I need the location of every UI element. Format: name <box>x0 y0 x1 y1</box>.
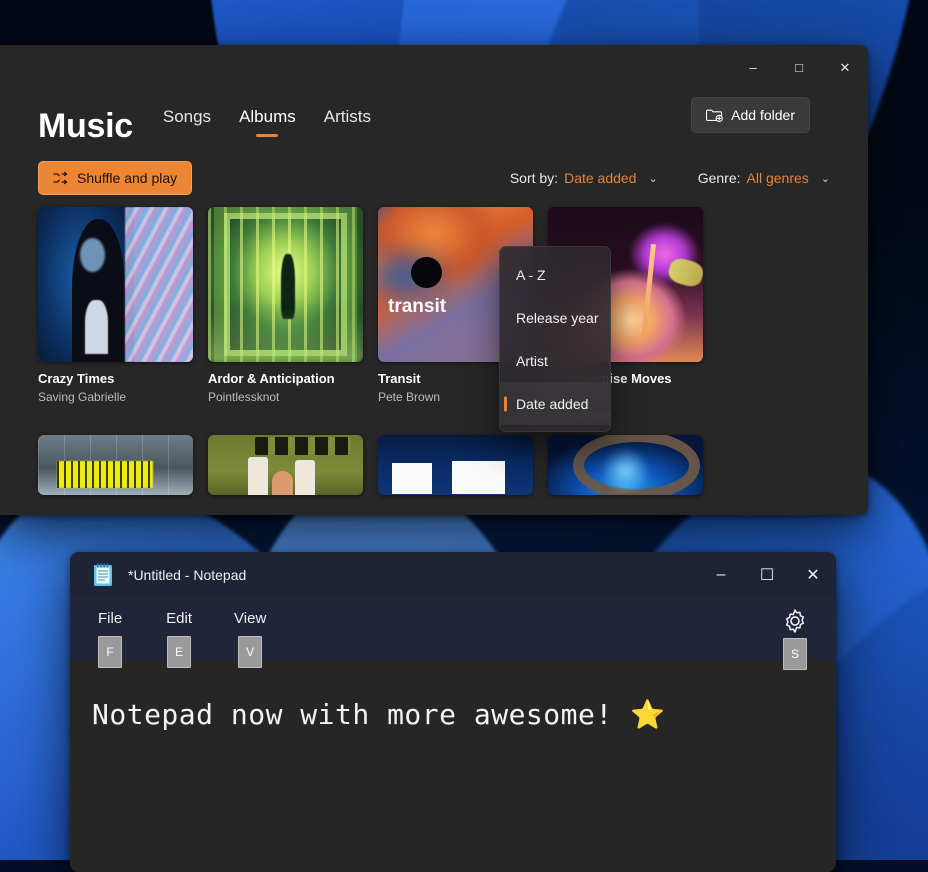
settings-button[interactable]: S <box>782 608 808 670</box>
minimize-button[interactable]: – <box>730 45 776 89</box>
menu-file[interactable]: File F <box>98 610 123 668</box>
album-artwork <box>208 207 363 362</box>
album-card[interactable] <box>38 434 208 495</box>
tab-songs[interactable]: Songs <box>163 107 211 137</box>
add-folder-icon <box>706 109 724 123</box>
minimize-icon: – <box>749 59 757 75</box>
sort-option-artist[interactable]: Artist <box>500 339 610 382</box>
keytip-edit: E <box>167 636 192 668</box>
shuffle-label: Shuffle and play <box>77 170 178 186</box>
menu-edit-label: Edit <box>166 610 193 627</box>
close-button[interactable]: ✕ <box>822 45 868 89</box>
sort-option-release-year[interactable]: Release year <box>500 296 610 339</box>
album-artwork <box>38 207 193 362</box>
notepad-icon <box>92 563 114 587</box>
menu-view[interactable]: View V <box>234 610 267 668</box>
music-toolbar: Shuffle and play Sort by: Date added ⌄ G… <box>0 157 868 199</box>
menu-edit[interactable]: Edit E <box>166 610 193 668</box>
add-folder-label: Add folder <box>731 107 795 123</box>
album-card[interactable] <box>208 434 378 495</box>
album-artwork <box>208 434 363 495</box>
music-app-window: – □ ✕ Music Songs Albums Artists Add fol… <box>0 45 868 515</box>
notepad-document-line: Notepad now with more awesome! ⭐ <box>92 698 836 731</box>
maximize-icon: □ <box>795 59 803 75</box>
sort-by-value: Date added <box>564 170 637 186</box>
genre-label: Genre: <box>697 170 741 186</box>
music-header: Music Songs Albums Artists Add folder <box>0 89 868 145</box>
notepad-menubar: File F Edit E View V S <box>70 598 836 670</box>
shuffle-icon <box>53 171 68 185</box>
notepad-window-controls: – ☐ ✕ <box>698 552 836 598</box>
keytip-settings: S <box>783 638 807 670</box>
album-card[interactable] <box>548 434 718 495</box>
tab-albums[interactable]: Albums <box>239 107 296 137</box>
music-titlebar: – □ ✕ <box>0 45 868 89</box>
album-card[interactable]: Ardor & Anticipation Pointlessknot <box>208 207 378 421</box>
album-artist: Pointlessknot <box>208 390 280 405</box>
maximize-icon: ☐ <box>759 567 775 584</box>
album-card[interactable] <box>378 434 548 495</box>
chevron-down-icon: ⌄ <box>648 172 658 185</box>
music-window-controls: – □ ✕ <box>730 45 868 89</box>
toolbar-filters: Sort by: Date added ⌄ Genre: All genres … <box>510 170 830 186</box>
page-title: Music <box>38 107 133 145</box>
notepad-close-button[interactable]: ✕ <box>790 552 836 598</box>
maximize-button[interactable]: □ <box>776 45 822 89</box>
keytip-file: F <box>98 636 123 668</box>
notepad-title: *Untitled - Notepad <box>128 567 247 583</box>
album-title: Ardor & Anticipation <box>208 371 335 386</box>
album-title: Crazy Times <box>38 371 115 386</box>
sort-by-dropdown[interactable]: A - Z Release year Artist Date added <box>499 246 611 432</box>
sort-by-label: Sort by: <box>509 170 559 186</box>
album-artwork <box>378 434 533 495</box>
close-icon: ✕ <box>806 567 820 584</box>
genre-value: All genres <box>746 170 809 186</box>
shuffle-and-play-button[interactable]: Shuffle and play <box>38 161 193 195</box>
chevron-down-icon: ⌄ <box>820 172 830 185</box>
notepad-maximize-button[interactable]: ☐ <box>744 552 790 598</box>
sort-option-date-added[interactable]: Date added <box>500 382 610 425</box>
close-icon: ✕ <box>839 59 851 75</box>
keytip-view: V <box>238 636 263 668</box>
menu-view-label: View <box>234 610 267 627</box>
tab-artists[interactable]: Artists <box>324 107 371 137</box>
album-card[interactable]: Crazy Times Saving Gabrielle <box>38 207 208 421</box>
genre-control[interactable]: Genre: All genres ⌄ <box>698 170 830 186</box>
album-grid: Crazy Times Saving Gabrielle Ardor & Ant… <box>0 199 868 495</box>
album-art-label: transit <box>388 296 447 317</box>
notepad-text-area[interactable]: Notepad now with more awesome! ⭐ <box>70 660 836 872</box>
notepad-document-text: Notepad now with more awesome! <box>92 698 631 731</box>
sort-by-control[interactable]: Sort by: Date added ⌄ <box>510 170 658 186</box>
notepad-window: *Untitled - Notepad – ☐ ✕ File F Edit E … <box>70 552 836 872</box>
star-emoji-icon: ⭐ <box>630 698 666 731</box>
pivot-nav: Songs Albums Artists <box>163 107 371 137</box>
minimize-icon: – <box>716 566 726 583</box>
album-artist: Saving Gabrielle <box>38 390 127 405</box>
sort-option-a-z[interactable]: A - Z <box>500 253 610 296</box>
album-artwork <box>548 434 703 495</box>
gear-icon <box>785 609 805 633</box>
notepad-minimize-button[interactable]: – <box>698 552 744 598</box>
album-artwork <box>38 434 193 495</box>
notepad-titlebar: *Untitled - Notepad – ☐ ✕ <box>70 552 836 598</box>
menu-file-label: File <box>98 610 123 627</box>
add-folder-button[interactable]: Add folder <box>691 97 810 133</box>
